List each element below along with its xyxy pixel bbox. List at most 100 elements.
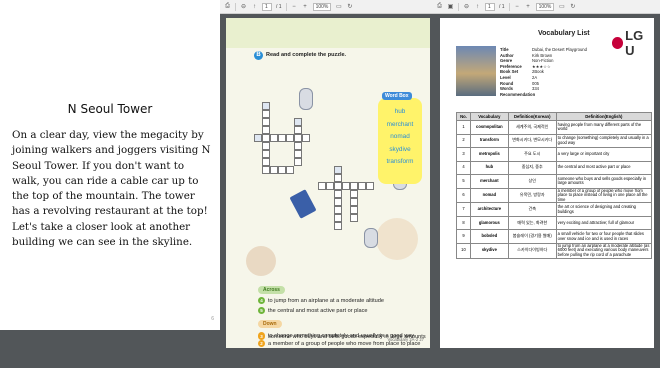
astronaut-illustration	[299, 88, 313, 110]
planet-illustration	[246, 246, 276, 276]
crossword-cell[interactable]	[294, 150, 302, 158]
zoom-out-icon[interactable]: −	[291, 3, 298, 10]
table-row: 3 metropolis 주요 도시 a very large or importan…	[456, 147, 653, 162]
crossword-cell[interactable]	[350, 198, 358, 206]
print-icon[interactable]: ⎙	[224, 3, 231, 10]
crossword-cell[interactable]	[334, 182, 342, 190]
cell-no: 7	[456, 202, 471, 217]
cell-word: architecture	[469, 202, 509, 217]
crossword-cell[interactable]	[286, 134, 294, 142]
crossword-cell[interactable]	[350, 182, 358, 190]
crossword-cell[interactable]	[262, 126, 270, 134]
crossword-cell[interactable]	[326, 182, 334, 190]
clue-text: the central and most active part or plac…	[268, 307, 368, 314]
cell-english: the central and most active part or plac…	[555, 160, 653, 175]
toolbar-divider	[508, 2, 510, 11]
crossword-cell[interactable]	[294, 142, 302, 150]
rotate-icon[interactable]: ↻	[569, 3, 576, 10]
crossword-cell[interactable]	[254, 134, 262, 142]
word-item: merchant	[386, 120, 414, 128]
word-item: hub	[394, 108, 406, 115]
crossword-cell[interactable]	[294, 118, 302, 126]
crossword-cell[interactable]	[334, 190, 342, 198]
save-icon[interactable]: ▣	[447, 3, 454, 10]
zoom-out-icon[interactable]: ⊖	[240, 3, 247, 10]
crossword-cell[interactable]	[334, 166, 342, 174]
crossword-cell[interactable]	[334, 214, 342, 222]
clue-number: 4	[258, 297, 265, 304]
cell-korean: 건축	[507, 202, 557, 217]
table-row: 6 nomad 유목민, 방랑자 a member of a group of peo…	[456, 187, 653, 204]
cell-english: the art or science of designing and crea…	[555, 202, 653, 217]
clue-number: 3	[258, 333, 265, 340]
cell-english: a small vehicle for two or four people t…	[555, 229, 653, 244]
crossword-cell[interactable]	[262, 110, 270, 118]
crossword-cell[interactable]	[286, 166, 294, 174]
crossword-cell[interactable]	[366, 182, 374, 190]
crossword-cell[interactable]	[334, 206, 342, 214]
crossword-cell[interactable]	[350, 214, 358, 222]
cell-korean: 봅슬레이 (경기용 썰매)	[507, 229, 557, 244]
crossword-cell[interactable]	[334, 198, 342, 206]
page-number-input[interactable]: 1	[262, 2, 272, 11]
crossword-cell[interactable]	[358, 182, 366, 190]
crossword-cell[interactable]	[350, 190, 358, 198]
crossword-cell[interactable]	[262, 142, 270, 150]
zoom-out-icon[interactable]: −	[514, 3, 521, 10]
right-viewer-toolbar: ⎙ ▣ ⊖ ↑ 1 / 1 − + 100% ▭ ↻	[432, 0, 660, 14]
book-cover-image	[456, 46, 496, 96]
cell-korean: 세계주의, 국제적인	[507, 120, 557, 135]
crossword-cell[interactable]	[294, 134, 302, 142]
zoom-select[interactable]: 100%	[535, 2, 555, 11]
crossword-cell[interactable]	[334, 222, 342, 230]
cell-no: 2	[456, 133, 471, 148]
word-item: transform	[386, 158, 414, 165]
step-badge: B	[254, 51, 263, 60]
crossword-cell[interactable]	[318, 182, 326, 190]
clue-item: 5 the central and most active part or pl…	[258, 307, 368, 314]
crossword-cell[interactable]	[278, 134, 286, 142]
fit-page-icon[interactable]: ▭	[335, 3, 342, 10]
crossword-cell[interactable]	[302, 134, 310, 142]
column-header: Vocabulary	[469, 112, 509, 121]
print-icon[interactable]: ⎙	[436, 3, 443, 10]
table-header-row: No. Vocabulary Definition(Korean) Defini…	[456, 112, 653, 121]
crossword-cell[interactable]	[334, 174, 342, 182]
table-row: 2 transform 변화시키다, 변모시키다 to change (somethi…	[456, 133, 653, 148]
crossword-cell[interactable]	[342, 182, 350, 190]
crossword-cell[interactable]	[270, 134, 278, 142]
toolbar-divider	[235, 2, 236, 11]
spaceship-illustration	[289, 189, 317, 219]
page-number-input[interactable]: 1	[485, 2, 495, 11]
zoom-in-icon[interactable]: +	[302, 3, 309, 10]
crossword-cell[interactable]	[270, 166, 278, 174]
hand-tool-icon[interactable]: ↑	[251, 3, 258, 10]
cell-korean: 변화시키다, 변모시키다	[507, 133, 557, 148]
word-list: hub merchant nomad skydive transform	[378, 106, 422, 169]
column-header: Definition(Korean)	[507, 112, 557, 121]
logo-icon	[612, 37, 624, 49]
cell-korean: 주요 도시	[507, 147, 557, 162]
hand-tool-icon[interactable]: ↑	[474, 3, 481, 10]
cell-word: metropolis	[469, 147, 509, 162]
slide-page-number: 6	[211, 316, 214, 322]
crossword-cell[interactable]	[294, 126, 302, 134]
crossword-cell[interactable]	[350, 206, 358, 214]
crossword-cell[interactable]	[262, 158, 270, 166]
crossword-cell[interactable]	[262, 166, 270, 174]
crossword-cell[interactable]	[278, 166, 286, 174]
zoom-in-icon[interactable]: +	[525, 3, 532, 10]
crossword-cell[interactable]	[262, 150, 270, 158]
cell-english: to change (something) completely and usu…	[555, 133, 653, 148]
cell-english: very exciting and attractive; full of gl…	[555, 215, 653, 231]
zoom-select[interactable]: 100%	[312, 2, 332, 11]
clue-item: 4 to jump from an airplane at a moderate…	[258, 297, 384, 304]
fit-page-icon[interactable]: ▭	[558, 3, 565, 10]
crossword-cell[interactable]	[262, 134, 270, 142]
crossword-cell[interactable]	[294, 158, 302, 166]
crossword-cell[interactable]	[262, 102, 270, 110]
table-row: 1 cosmopolitan 세계주의, 국제적인 having people fro…	[456, 120, 653, 135]
crossword-cell[interactable]	[262, 118, 270, 126]
zoom-out-icon[interactable]: ⊖	[463, 3, 470, 10]
rotate-icon[interactable]: ↻	[346, 3, 353, 10]
